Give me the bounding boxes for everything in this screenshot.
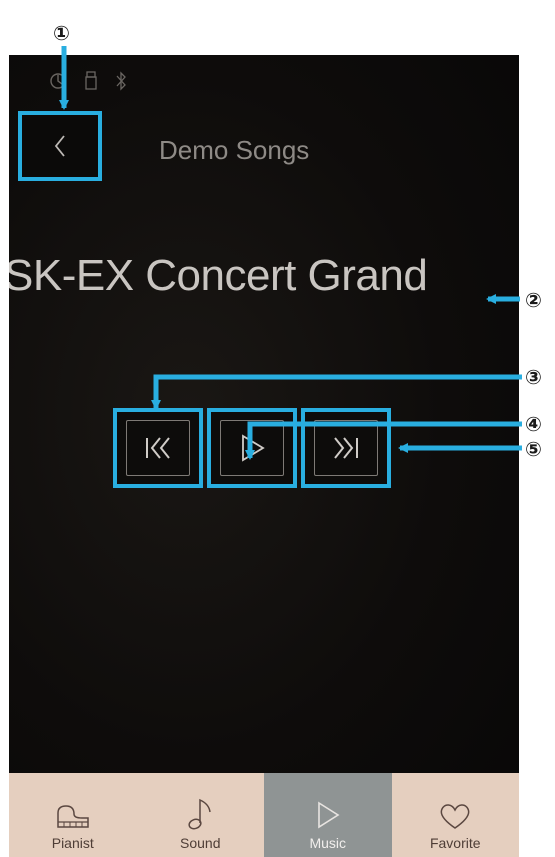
nav-item-sound[interactable]: Sound bbox=[137, 773, 265, 857]
play-icon bbox=[242, 434, 265, 462]
callout-3-number: ③ bbox=[525, 365, 542, 389]
play-icon bbox=[317, 801, 340, 829]
back-button[interactable] bbox=[18, 111, 102, 181]
bottom-nav: Pianist Sound Music Favorite bbox=[9, 773, 519, 857]
next-song-button-frame bbox=[314, 420, 378, 476]
nav-item-music[interactable]: Music bbox=[264, 773, 392, 857]
heart-icon bbox=[440, 804, 470, 829]
nav-item-favorite[interactable]: Favorite bbox=[392, 773, 520, 857]
nav-label-pianist: Pianist bbox=[51, 835, 94, 851]
next-song-button[interactable] bbox=[301, 408, 391, 488]
callout-2-number: ② bbox=[525, 288, 542, 312]
previous-song-button[interactable] bbox=[113, 408, 203, 488]
screen-title: Demo Songs bbox=[159, 135, 310, 165]
nav-label-music: Music bbox=[309, 835, 347, 851]
callout-1-number: ① bbox=[53, 21, 70, 45]
callout-4-number: ④ bbox=[525, 412, 542, 436]
previous-song-button-frame bbox=[126, 420, 190, 476]
skip-previous-icon bbox=[146, 437, 170, 459]
nav-label-sound: Sound bbox=[180, 835, 221, 851]
play-button[interactable] bbox=[207, 408, 297, 488]
skip-next-icon bbox=[334, 437, 358, 459]
bluetooth-icon bbox=[116, 71, 126, 91]
grand-piano-icon bbox=[57, 805, 89, 828]
play-button-frame bbox=[220, 420, 284, 476]
usb-icon bbox=[85, 71, 97, 90]
nav-item-pianist[interactable]: Pianist bbox=[9, 773, 137, 857]
chevron-left-icon bbox=[54, 135, 65, 157]
status-bar bbox=[49, 69, 127, 93]
callout-5-number: ⑤ bbox=[525, 437, 542, 461]
app-screen: Demo Songs SK-EX Concert Grand Pianist S… bbox=[9, 55, 519, 857]
recorder-icon bbox=[50, 73, 66, 89]
song-title: SK-EX Concert Grand bbox=[9, 251, 428, 300]
music-note-icon bbox=[188, 798, 211, 830]
nav-label-favorite: Favorite bbox=[429, 835, 481, 851]
